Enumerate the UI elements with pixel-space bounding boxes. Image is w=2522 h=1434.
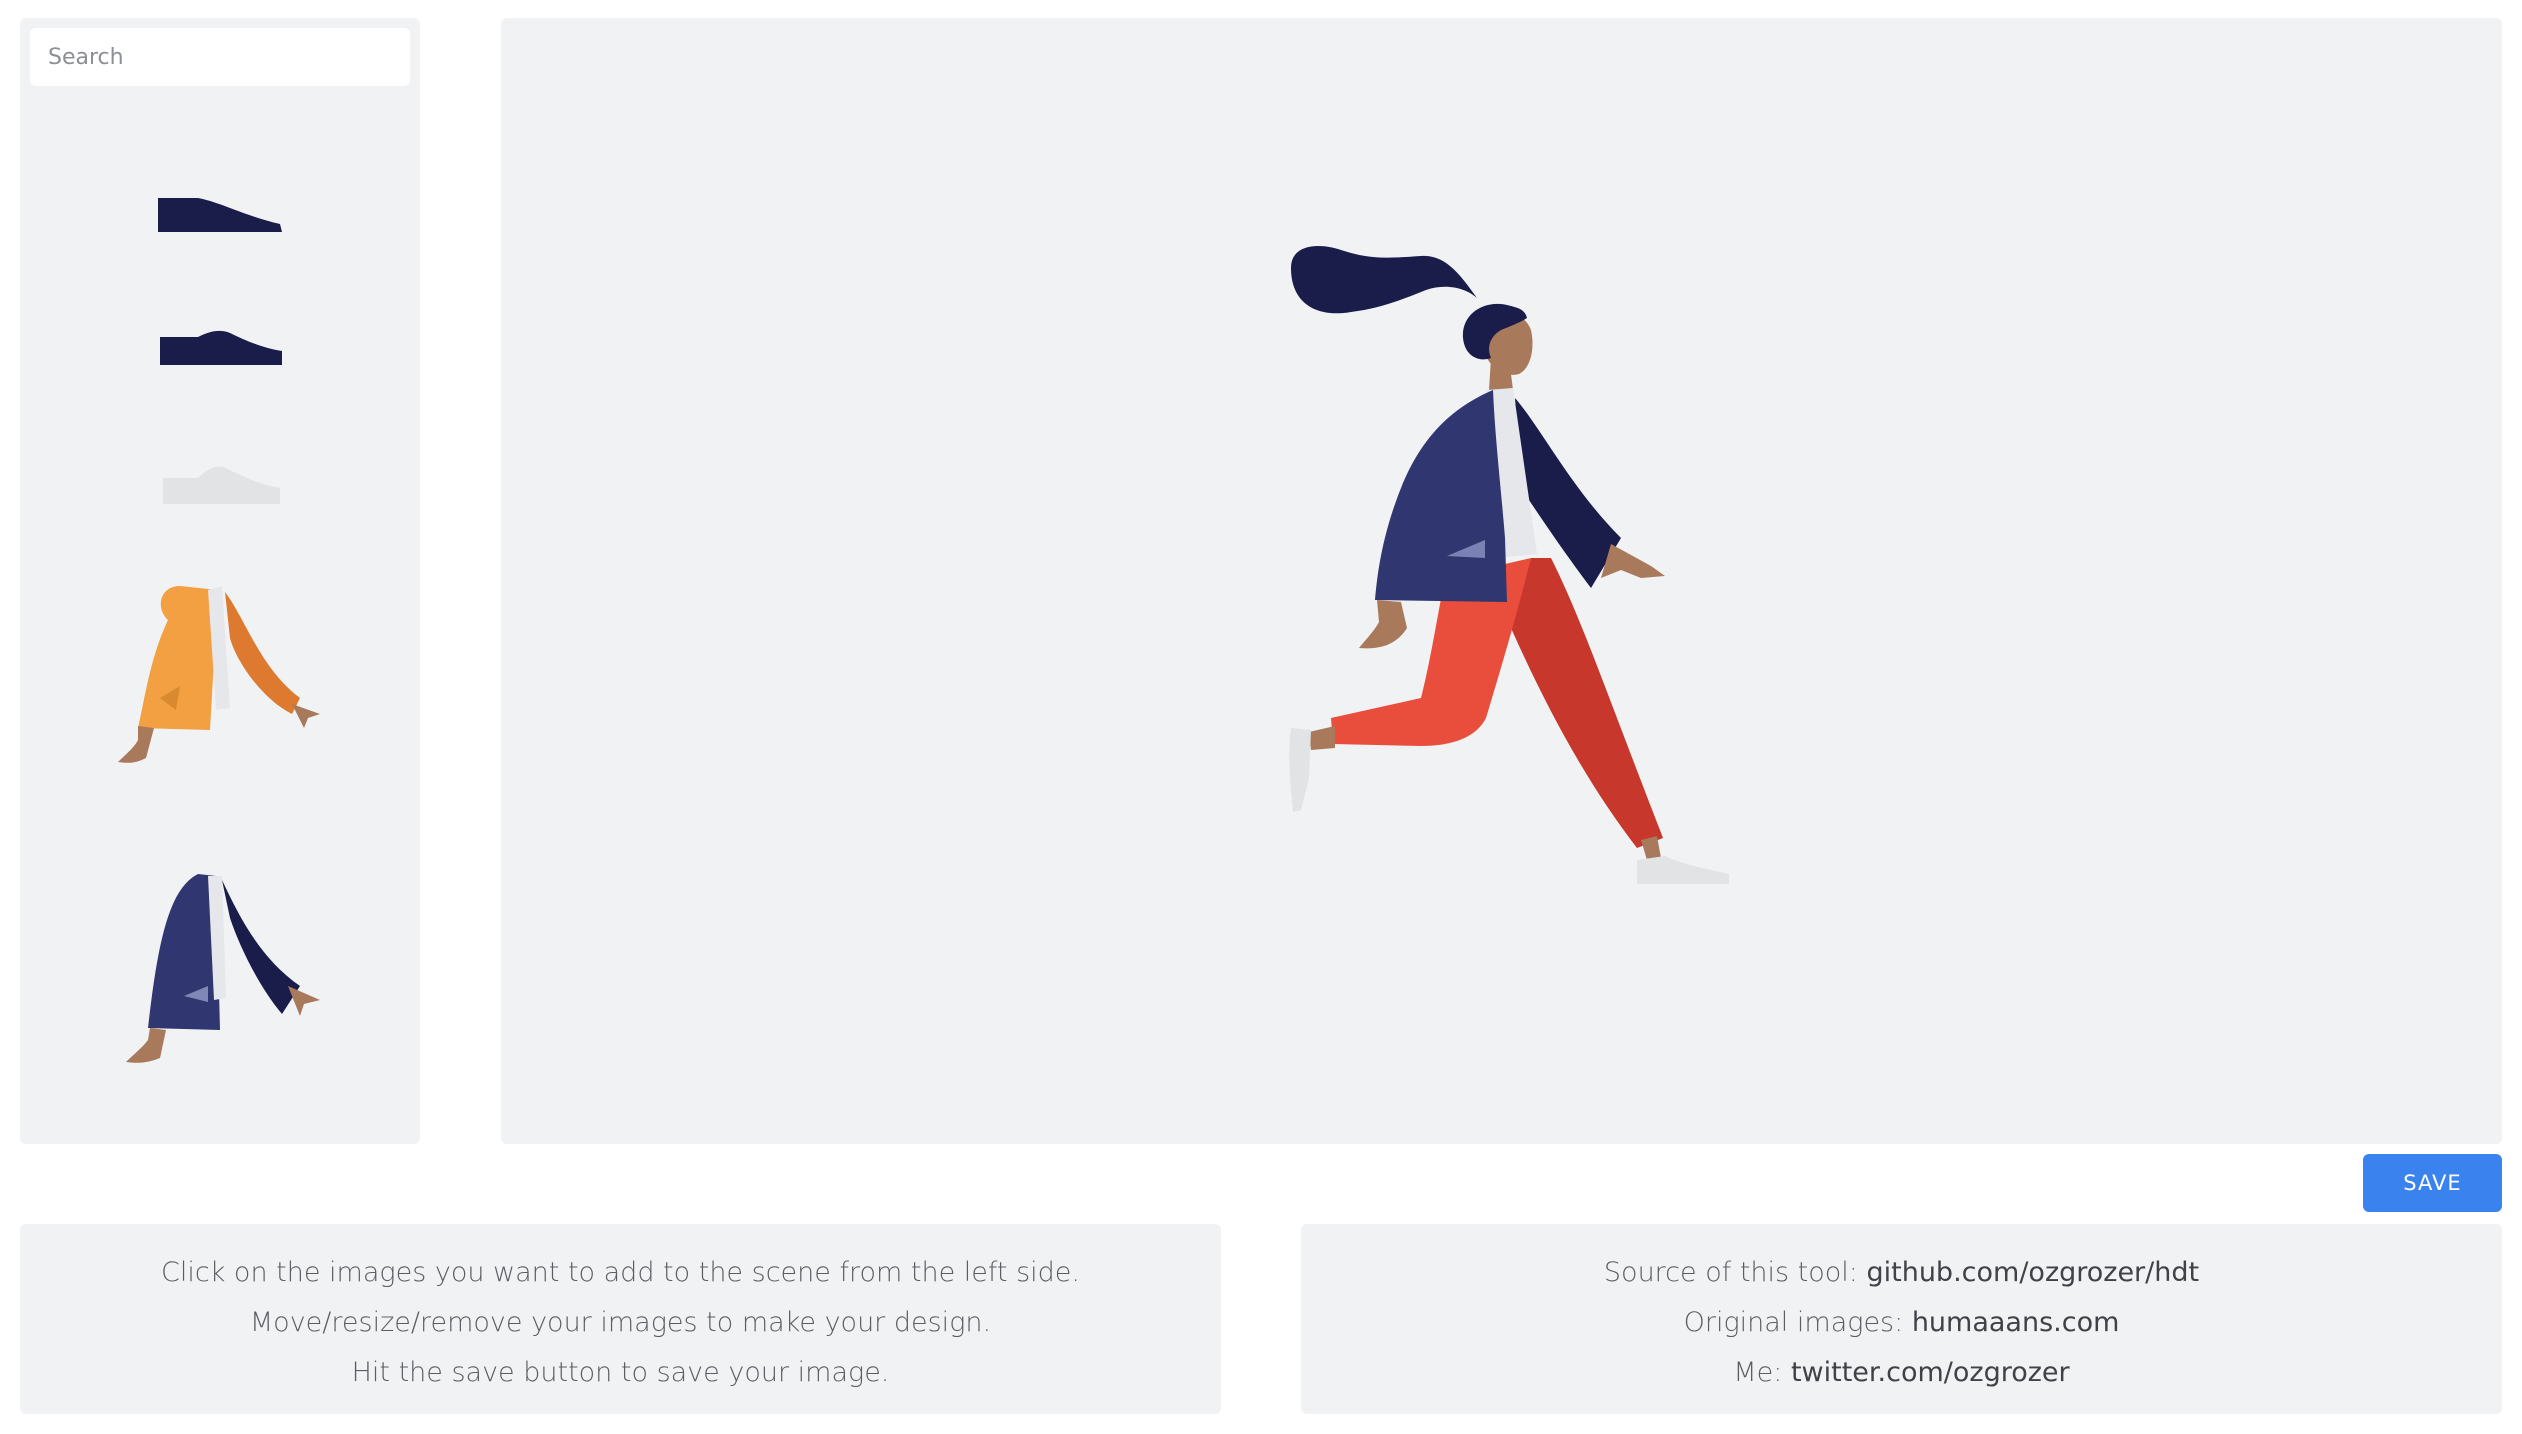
source-link[interactable]: github.com/ozgrozer/hdt (1866, 1257, 2199, 1288)
instruction-line-1: Click on the images you want to add to t… (161, 1257, 1080, 1288)
source-label: Source of this tool: (1603, 1257, 1867, 1288)
instruction-line-2: Move/resize/remove your images to make y… (249, 1307, 992, 1338)
front-ankle (1309, 726, 1335, 750)
sidebar-item-orange-jacket-torso[interactable] (20, 578, 420, 808)
credits-panel: Source of this tool: github.com/ozgrozer… (1301, 1224, 2502, 1414)
dark-sneaker-image (160, 330, 282, 365)
back-shoe (1637, 856, 1729, 884)
sidebar-item-light-sneaker[interactable] (20, 438, 420, 518)
sidebar-item-dark-sneaker[interactable] (20, 303, 420, 383)
sidebar-item-dark-low-shoe[interactable] (20, 168, 420, 248)
credits-me-line: Me: twitter.com/ozgrozer (1301, 1348, 2502, 1398)
search-input[interactable] (30, 28, 410, 86)
back-hand (1601, 544, 1665, 578)
dark-low-shoe-image (158, 198, 282, 232)
save-button[interactable]: SAVE (2363, 1154, 2502, 1212)
navy-jacket-torso-image (126, 874, 320, 1063)
orange-jacket-torso-image (118, 586, 320, 763)
images-link[interactable]: humaaans.com (1912, 1307, 2120, 1338)
images-label: Original images: (1683, 1307, 1912, 1338)
ponytail (1291, 245, 1477, 314)
pants-back-leg (1511, 558, 1663, 848)
sidebar-item-navy-jacket-torso[interactable] (20, 868, 420, 1098)
credits-source-line: Source of this tool: github.com/ozgrozer… (1301, 1248, 2502, 1298)
front-hand (1359, 600, 1407, 649)
jacket-front (1375, 390, 1507, 602)
credits-images-line: Original images: humaaans.com (1301, 1298, 2502, 1348)
walking-woman-figure[interactable] (501, 18, 2502, 1144)
me-label: Me: (1733, 1357, 1791, 1388)
me-link[interactable]: twitter.com/ozgrozer (1791, 1357, 2070, 1388)
design-canvas[interactable] (501, 18, 2502, 1144)
instruction-line-3: Hit the save button to save your image. (351, 1357, 890, 1388)
instructions-panel: Click on the images you want to add to t… (20, 1224, 1221, 1414)
asset-sidebar (20, 18, 420, 1144)
front-shoe (1289, 728, 1311, 812)
light-sneaker-image (163, 466, 280, 504)
